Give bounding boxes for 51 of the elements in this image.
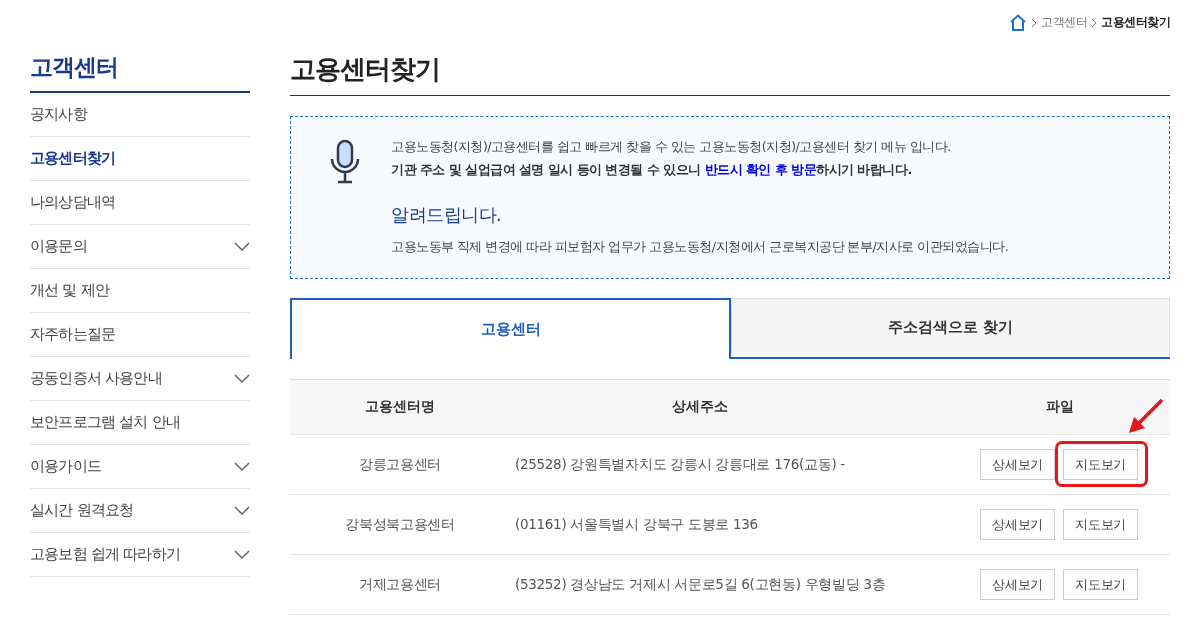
column-header: 고용센터명 bbox=[364, 398, 436, 416]
table-cell-text: (01161) 서울특별시 강북구 도봉로 136 bbox=[514, 515, 759, 534]
sidebar-item[interactable]: 보안프로그램 설치 안내 bbox=[30, 401, 250, 445]
table-cell-text: 거제고용센터 bbox=[357, 575, 443, 594]
sidebar-item[interactable]: 공동인증서 사용안내 bbox=[30, 357, 250, 401]
sidebar-item[interactable]: 나의상담내역 bbox=[30, 181, 250, 225]
detail-button[interactable]: 상세보기 bbox=[980, 509, 1056, 540]
sidebar-item-label: 공지사항 bbox=[30, 105, 87, 124]
sidebar-item[interactable]: 이용문의 bbox=[30, 225, 250, 269]
sidebar-item-label: 실시간 원격요청 bbox=[30, 501, 134, 520]
page-title: 고용센터찾기 bbox=[290, 52, 1170, 96]
sidebar-item[interactable]: 공지사항 bbox=[30, 93, 250, 137]
sidebar-item-label: 나의상담내역 bbox=[30, 193, 116, 212]
notice-text: 기관 주소 및 실업급여 설명 일시 등이 변경될 수 있으니 반드시 확인 후 방문하시기 바랍니다. bbox=[391, 162, 913, 179]
breadcrumb-link[interactable]: 고용센터찾기 bbox=[1101, 14, 1170, 31]
sidebar-item-label: 자주하는질문 bbox=[30, 325, 116, 344]
table-cell-text: (53252) 경상남도 거제시 서문로5길 6(고현동) 우형빌딩 3층 bbox=[514, 575, 887, 594]
sidebar-title: 고객센터 bbox=[30, 52, 250, 93]
sidebar-item-label: 이용문의 bbox=[30, 237, 87, 256]
map-button[interactable]: 지도보기 bbox=[1063, 509, 1138, 540]
column-header: 상세주소 bbox=[671, 398, 729, 416]
microphone-icon bbox=[329, 139, 361, 185]
home-icon[interactable] bbox=[1009, 14, 1027, 31]
tab[interactable]: 고용센터 bbox=[290, 298, 731, 359]
table-cell-text: 강릉고용센터 bbox=[357, 455, 443, 474]
table-cell-text: 강북성북고용센터 bbox=[344, 515, 456, 534]
sidebar-item-label: 개선 및 제안 bbox=[30, 281, 109, 300]
sidebar-item-label: 고용센터찾기 bbox=[30, 149, 116, 168]
sidebar-item[interactable]: 자주하는질문 bbox=[30, 313, 250, 357]
sidebar-item-label: 공동인증서 사용안내 bbox=[30, 369, 162, 388]
column-header: 파일 bbox=[1045, 398, 1075, 416]
sidebar-item-label: 이용가이드 bbox=[30, 457, 101, 476]
notice-text: 고용노동부 직제 변경에 따라 피보험자 업무가 고용노동청/지청에서 근로복지공단 본부/지사로 이관되었습니다. bbox=[391, 239, 1009, 256]
map-button[interactable]: 지도보기 bbox=[1063, 569, 1138, 600]
chevron-right-icon bbox=[1091, 17, 1097, 28]
sidebar-item-label: 고용보험 쉽게 따라하기 bbox=[30, 545, 180, 564]
tab[interactable]: 주소검색으로 찾기 bbox=[731, 298, 1170, 356]
sidebar-item[interactable]: 개선 및 제안 bbox=[30, 269, 250, 313]
breadcrumb-link[interactable]: 고객센터 bbox=[1041, 14, 1087, 31]
sidebar-item[interactable]: 고용센터찾기 bbox=[30, 137, 250, 181]
notice-text: 고용노동청(지청)/고용센터를 쉽고 빠르게 찾을 수 있는 고용노동청(지청)/고용센터 찾기 메뉴 입니다. bbox=[391, 139, 952, 156]
detail-button[interactable]: 상세보기 bbox=[980, 449, 1056, 480]
sidebar-item[interactable]: 실시간 원격요청 bbox=[30, 489, 250, 533]
sidebar-item[interactable]: 이용가이드 bbox=[30, 445, 250, 489]
detail-button[interactable]: 상세보기 bbox=[980, 569, 1056, 600]
table-cell-text: (25528) 강원특별자치도 강릉시 강릉대로 176(교동) - bbox=[514, 455, 846, 474]
chevron-right-icon bbox=[1031, 17, 1037, 28]
sidebar-item-label: 보안프로그램 설치 안내 bbox=[30, 413, 180, 432]
sidebar-item[interactable]: 고용보험 쉽게 따라하기 bbox=[30, 533, 250, 577]
map-button[interactable]: 지도보기 bbox=[1063, 449, 1138, 480]
notice-heading: 알려드립니다. bbox=[391, 203, 503, 227]
